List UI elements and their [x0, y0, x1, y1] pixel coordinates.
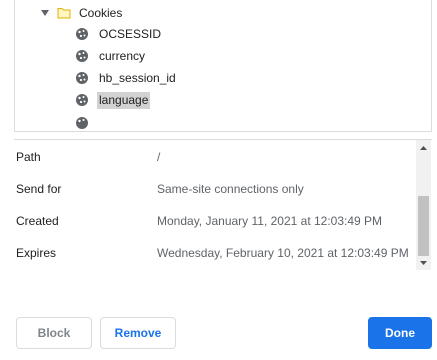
- scroll-down-icon[interactable]: [416, 255, 431, 270]
- detail-key: Created: [16, 214, 59, 228]
- tree-item-cookie[interactable]: currency: [75, 46, 147, 66]
- tree-item-cookie[interactable]: OCSESSID: [75, 24, 163, 44]
- detail-key: Send for: [16, 182, 62, 196]
- cookie-icon: [75, 116, 89, 130]
- cookie-icon: [75, 49, 89, 63]
- detail-value: /: [157, 150, 161, 164]
- detail-value: Same-site connections only: [157, 182, 304, 196]
- tree-item-cookie[interactable]: hb_session_id: [75, 68, 178, 88]
- tree-item-cookie-selected[interactable]: language: [75, 90, 151, 110]
- cookie-icon: [75, 93, 89, 107]
- detail-key: Expires: [16, 246, 57, 260]
- scroll-up-icon[interactable]: [416, 140, 431, 155]
- detail-row-expires: Expires Wednesday, February 10, 2021 at …: [0, 243, 410, 263]
- tree-item-cookie-clipped[interactable]: [75, 113, 97, 131]
- folder-icon: [57, 7, 71, 19]
- tree-folder-cookies[interactable]: Cookies: [39, 3, 124, 23]
- details-scrollbar[interactable]: [416, 140, 431, 270]
- remove-button[interactable]: Remove: [100, 317, 176, 349]
- cookie-icon: [75, 27, 89, 41]
- block-button[interactable]: Block: [16, 317, 92, 349]
- cookie-label: language: [97, 91, 151, 109]
- cookie-details: Path / Send for Same-site connections on…: [0, 140, 437, 270]
- cookie-label: currency: [99, 48, 146, 63]
- detail-value: Monday, January 11, 2021 at 12:03:49 PM: [157, 214, 383, 228]
- cookie-label: OCSESSID: [99, 26, 162, 41]
- detail-key: Path: [16, 150, 41, 164]
- detail-row-path: Path /: [0, 147, 410, 167]
- folder-label: Cookies: [79, 5, 123, 20]
- done-button[interactable]: Done: [368, 317, 432, 349]
- scroll-thumb[interactable]: [418, 196, 429, 256]
- detail-row-created: Created Monday, January 11, 2021 at 12:0…: [0, 211, 410, 231]
- expand-caret-icon[interactable]: [39, 7, 51, 19]
- cookie-tree: Cookies OCSESSID currency hb_session_id …: [14, 0, 432, 132]
- detail-row-send-for: Send for Same-site connections only: [0, 179, 410, 199]
- cookie-icon: [75, 71, 89, 85]
- cookie-label: hb_session_id: [99, 70, 176, 85]
- detail-value: Wednesday, February 10, 2021 at 12:03:49…: [157, 246, 409, 260]
